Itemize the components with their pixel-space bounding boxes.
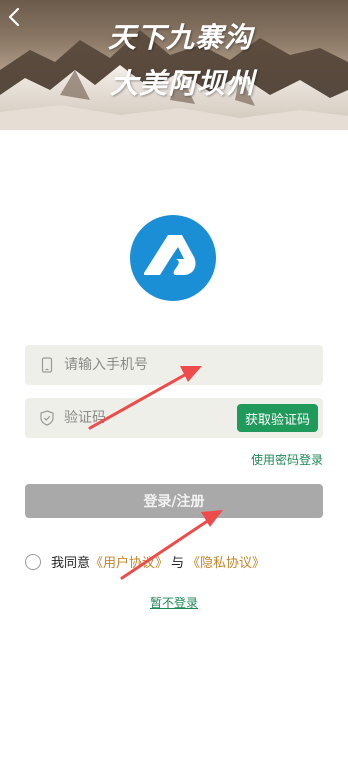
- agree-conjunction: 与: [171, 556, 185, 571]
- agreement-row: 我同意 《用户协议》 与 《隐私协议》: [25, 552, 265, 571]
- agree-prefix: 我同意: [51, 556, 91, 571]
- phone-icon: [41, 357, 53, 373]
- chevron-left-icon[interactable]: [4, 6, 26, 28]
- password-login-link[interactable]: 使用密码登录: [251, 451, 323, 468]
- privacy-agreement-link[interactable]: 《隐私协议》: [187, 552, 265, 571]
- skip-login-link[interactable]: 暂不登录: [150, 596, 198, 610]
- verification-code-field[interactable]: 获取验证码: [25, 398, 323, 438]
- header-banner: 天下九寨沟 大美阿坝州: [0, 0, 348, 130]
- get-code-button[interactable]: 获取验证码: [236, 404, 318, 432]
- skip-login-row: 暂不登录: [0, 592, 348, 611]
- banner-slogan-line1: 天下九寨沟: [108, 21, 254, 54]
- shield-check-icon: [40, 410, 54, 426]
- app-logo: [130, 215, 216, 301]
- phone-field[interactable]: [25, 345, 323, 385]
- phone-input[interactable]: [64, 357, 234, 373]
- verification-code-input[interactable]: [64, 410, 234, 426]
- banner-slogan-line2: 大美阿坝州: [110, 67, 256, 100]
- agree-radio[interactable]: [25, 553, 41, 570]
- login-screen: 天下九寨沟 大美阿坝州 获取验证码 使用密码登录 登录/注册 我同意 《用户协议…: [0, 0, 348, 761]
- login-register-button[interactable]: 登录/注册: [25, 484, 323, 518]
- user-agreement-link[interactable]: 《用户协议》: [90, 552, 168, 571]
